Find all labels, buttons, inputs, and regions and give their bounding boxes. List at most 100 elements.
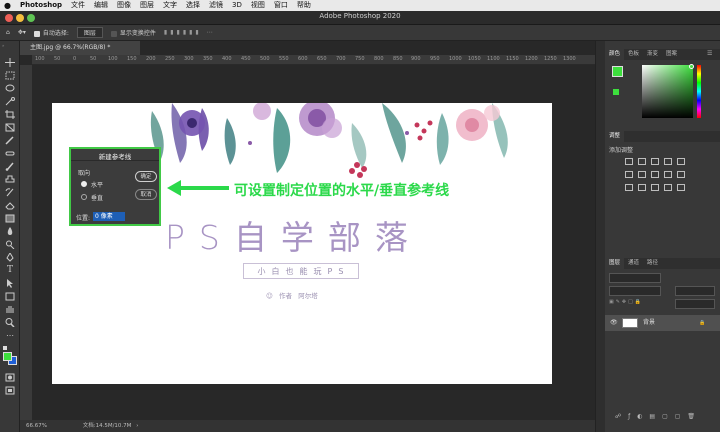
pen-tool-icon[interactable]: [4, 253, 16, 262]
zoom-level[interactable]: 66.67%: [26, 423, 47, 429]
posterize-adjust-icon[interactable]: [638, 184, 646, 191]
ruler-mark: 250: [165, 56, 175, 62]
hue-saturation-adjust-icon[interactable]: [625, 171, 633, 178]
gradient-map-adjust-icon[interactable]: [677, 184, 685, 191]
panel-dock-strip: [595, 41, 605, 432]
lasso-tool-icon[interactable]: [4, 84, 16, 93]
layer-action-icons[interactable]: ☍ƒ◐▤▢▢🗑: [615, 413, 713, 423]
menu-file[interactable]: 文件: [71, 0, 85, 11]
tab-channels[interactable]: 通道: [624, 258, 643, 269]
align-icons[interactable]: ▮▮▮▮▮▮ ⋯: [164, 29, 216, 36]
vertical-radio[interactable]: [81, 194, 87, 200]
panel-foreground-swatch[interactable]: [612, 66, 623, 77]
menu-3d[interactable]: 3D: [232, 0, 242, 11]
selective-color-adjust-icon[interactable]: [664, 184, 672, 191]
document-tab[interactable]: 主图.jpg @ 66.7%(RGB/8) *: [20, 41, 140, 55]
exposure-adjust-icon[interactable]: [664, 158, 672, 165]
menu-image[interactable]: 图像: [117, 0, 131, 11]
color-balance-adjust-icon[interactable]: [638, 171, 646, 178]
threshold-adjust-icon[interactable]: [651, 184, 659, 191]
menu-app[interactable]: Photoshop: [20, 0, 62, 11]
color-field[interactable]: [642, 65, 693, 118]
dialog-divider: [71, 160, 159, 161]
blend-mode-dropdown[interactable]: [609, 286, 661, 296]
quick-select-tool-icon[interactable]: [4, 97, 16, 106]
auto-select-checkbox[interactable]: 自动选择:: [33, 28, 69, 37]
tab-patterns[interactable]: 图案: [662, 49, 681, 60]
auto-select-dropdown[interactable]: 图层: [76, 27, 103, 38]
chevron-right-icon[interactable]: ›: [136, 423, 138, 429]
menu-type[interactable]: 文字: [163, 0, 177, 11]
menu-select[interactable]: 选择: [186, 0, 200, 11]
crop-tool-icon[interactable]: [4, 110, 16, 119]
quick-mask-icon[interactable]: [4, 373, 16, 382]
toolbar-collapse-icon[interactable]: »: [2, 43, 16, 48]
tab-swatches[interactable]: 色板: [624, 49, 643, 60]
ok-button[interactable]: 确定: [135, 171, 157, 182]
gradient-tool-icon[interactable]: [4, 214, 16, 223]
position-input[interactable]: 0 像素: [93, 212, 125, 221]
marquee-tool-icon[interactable]: [4, 71, 16, 80]
ruler-mark: 300: [184, 56, 194, 62]
zoom-tool-icon[interactable]: [4, 318, 16, 327]
ruler-mark: 550: [279, 56, 289, 62]
curves-adjust-icon[interactable]: [651, 158, 659, 165]
panel-menu-icon[interactable]: ☰: [707, 50, 712, 57]
tab-color[interactable]: 颜色: [605, 49, 625, 60]
tab-gradients[interactable]: 渐变: [643, 49, 662, 60]
history-brush-tool-icon[interactable]: [4, 188, 16, 197]
invert-adjust-icon[interactable]: [625, 184, 633, 191]
menu-filter[interactable]: 滤镜: [209, 0, 223, 11]
blur-tool-icon[interactable]: [4, 227, 16, 236]
clone-stamp-tool-icon[interactable]: [4, 175, 16, 184]
brightness-adjust-icon[interactable]: [625, 158, 633, 165]
document-info[interactable]: 文档:14.5M/10.7M: [83, 423, 132, 429]
eye-icon[interactable]: 👁: [610, 315, 618, 331]
hue-slider[interactable]: [697, 65, 701, 118]
apple-menu-icon[interactable]: ●: [4, 0, 11, 11]
ruler-mark: 1000: [449, 56, 462, 62]
vibrance-adjust-icon[interactable]: [677, 158, 685, 165]
lock-icons[interactable]: ▣✎✥□🔒: [609, 299, 659, 307]
path-select-tool-icon[interactable]: [4, 279, 16, 288]
opacity-field[interactable]: [675, 286, 715, 296]
photo-filter-adjust-icon[interactable]: [664, 171, 672, 178]
hand-tool-icon[interactable]: [4, 305, 16, 314]
menu-help[interactable]: 帮助: [297, 0, 311, 11]
ruler-mark: 1300: [563, 56, 576, 62]
menu-window[interactable]: 窗口: [274, 0, 288, 11]
default-colors-icon[interactable]: [3, 346, 7, 350]
channel-mixer-adjust-icon[interactable]: [677, 171, 685, 178]
move-tool-icon[interactable]: ✥▾: [18, 29, 26, 36]
levels-adjust-icon[interactable]: [638, 158, 646, 165]
frame-tool-icon[interactable]: [4, 123, 16, 132]
menu-edit[interactable]: 编辑: [94, 0, 108, 11]
vertical-ruler[interactable]: [20, 65, 32, 420]
fill-field[interactable]: [675, 299, 715, 309]
menu-view[interactable]: 视图: [251, 0, 265, 11]
tab-layers[interactable]: 图层: [605, 258, 625, 269]
healing-brush-tool-icon[interactable]: [4, 149, 16, 158]
screen-mode-icon[interactable]: [4, 386, 16, 395]
home-icon[interactable]: ⌂: [6, 29, 10, 36]
black-white-adjust-icon[interactable]: [651, 171, 659, 178]
layer-filter-dropdown[interactable]: [609, 273, 661, 283]
more-tools-icon[interactable]: ⋯: [4, 331, 16, 340]
color-picker-handle[interactable]: [689, 64, 694, 69]
tab-paths[interactable]: 路径: [643, 258, 662, 269]
eyedropper-tool-icon[interactable]: [4, 136, 16, 145]
horizontal-radio[interactable]: [81, 181, 87, 187]
web-safe-color-icon[interactable]: [613, 89, 619, 95]
type-tool-icon[interactable]: T: [4, 266, 16, 275]
dodge-tool-icon[interactable]: [4, 240, 16, 249]
horizontal-ruler[interactable]: 100 50 0 50 100 150 200 250 300 350 400 …: [32, 55, 595, 65]
rectangle-tool-icon[interactable]: [4, 292, 16, 301]
menu-layer[interactable]: 图层: [140, 0, 154, 11]
eraser-tool-icon[interactable]: [4, 201, 16, 210]
move-tool-icon[interactable]: [4, 58, 16, 67]
transform-controls-checkbox[interactable]: 显示变换控件: [110, 28, 156, 37]
tab-adjustments[interactable]: 调整: [605, 131, 625, 142]
cancel-button[interactable]: 取消: [135, 189, 157, 200]
foreground-color-swatch[interactable]: [3, 352, 12, 361]
brush-tool-icon[interactable]: [4, 162, 16, 171]
